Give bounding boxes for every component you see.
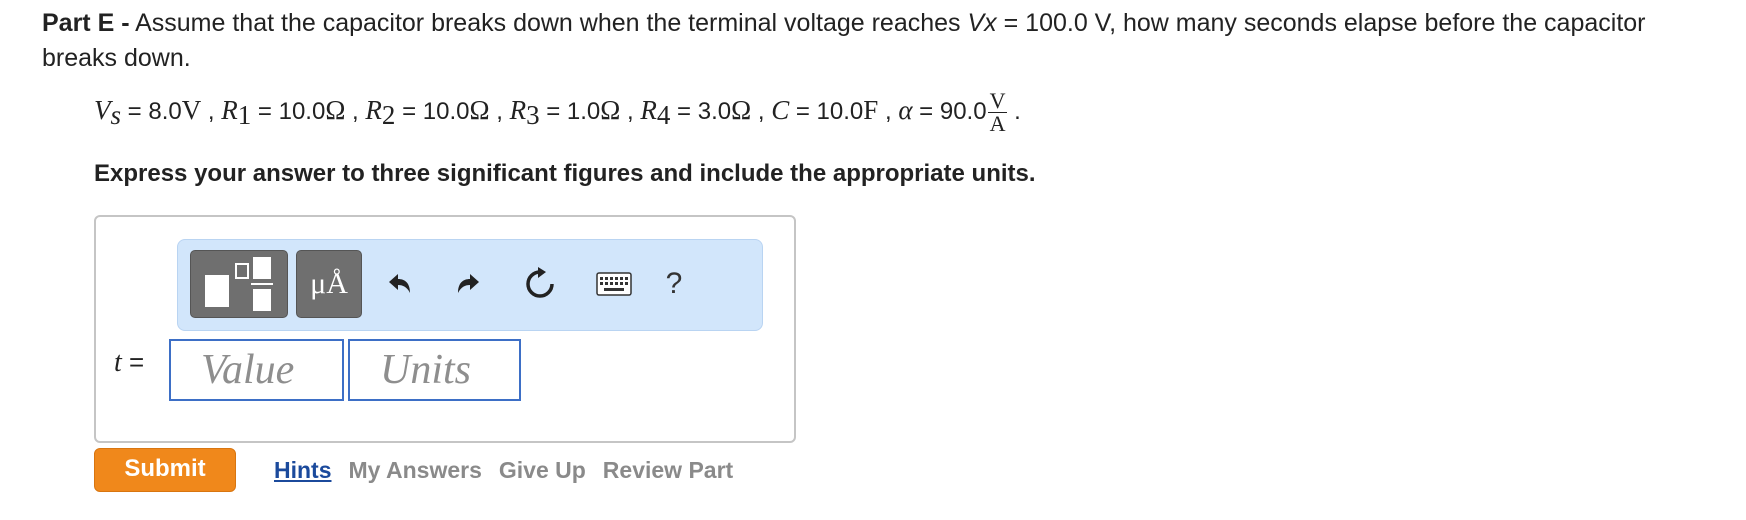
help-button[interactable]: ? xyxy=(650,260,698,308)
c-unit: F xyxy=(863,95,879,125)
alpha-unit-numerator: V xyxy=(987,88,1008,114)
equals-sign: = xyxy=(121,347,145,377)
vs-subscript: s xyxy=(110,100,122,130)
given-values: Vs = 8.0V , R1 = 10.0Ω , R2 = 10.0Ω , R3… xyxy=(94,90,1021,135)
r1-unit: Ω xyxy=(325,95,346,125)
keyboard-icon[interactable] xyxy=(590,260,638,308)
vs-value: = 8.0 xyxy=(121,98,182,125)
alpha-unit-fraction: VA xyxy=(987,88,1008,137)
vs-symbol: V xyxy=(94,95,111,125)
units-input[interactable] xyxy=(348,339,521,401)
templates-button[interactable] xyxy=(190,250,288,318)
r2-subscript: 2 xyxy=(381,100,396,130)
r4-value: = 3.0 xyxy=(670,98,732,125)
r3-unit: Ω xyxy=(600,95,621,125)
template-numerator-icon xyxy=(253,257,271,279)
template-box-icon xyxy=(205,275,229,307)
r1-subscript: 1 xyxy=(237,100,252,130)
r3-subscript: 3 xyxy=(526,100,540,130)
review-part-link[interactable]: Review Part xyxy=(603,457,733,483)
vs-unit: V xyxy=(181,95,202,125)
r4-subscript: 4 xyxy=(656,100,671,130)
template-denominator-icon xyxy=(253,289,271,311)
alpha-unit-denominator: A xyxy=(989,111,1006,137)
template-exponent-icon xyxy=(235,263,249,279)
my-answers-link[interactable]: My Answers xyxy=(349,457,482,483)
template-fraction-bar-icon xyxy=(251,283,273,285)
question-text: Part E - Assume that the capacitor break… xyxy=(42,6,1722,76)
undo-icon[interactable] xyxy=(376,260,424,308)
r1-symbol: R xyxy=(221,95,238,125)
part-label: Part E - xyxy=(42,9,130,37)
end-period: . xyxy=(1007,98,1021,125)
action-links: Hints My Answers Give Up Review Part xyxy=(274,457,750,484)
r1-value: = 10.0 xyxy=(251,98,326,125)
units-button[interactable]: μÅ xyxy=(296,250,362,318)
reset-icon[interactable] xyxy=(516,260,564,308)
question-body: Assume that the capacitor breaks down wh… xyxy=(129,9,968,37)
separator: , xyxy=(620,98,641,125)
separator: , xyxy=(489,98,510,125)
separator: , xyxy=(751,98,772,125)
r3-value: = 1.0 xyxy=(539,98,601,125)
instruction-text: Express your answer to three significant… xyxy=(94,160,1036,187)
give-up-link[interactable]: Give Up xyxy=(499,457,586,483)
redo-icon[interactable] xyxy=(444,260,492,308)
answer-box: μÅ ? t = xyxy=(94,215,796,443)
hints-link[interactable]: Hints xyxy=(274,457,332,483)
c-value: = 10.0 xyxy=(789,98,864,125)
math-toolbar: μÅ ? xyxy=(177,239,763,331)
submit-button[interactable]: Submit xyxy=(94,448,236,492)
r3-symbol: R xyxy=(509,95,527,125)
value-input[interactable] xyxy=(169,339,344,401)
separator: , xyxy=(878,98,899,125)
r2-value: = 10.0 xyxy=(395,98,470,125)
variable-vx: Vx xyxy=(967,9,997,37)
c-symbol: C xyxy=(771,95,790,125)
alpha-value: = 90.0 xyxy=(912,98,987,125)
separator: , xyxy=(345,98,366,125)
r2-unit: Ω xyxy=(469,95,490,125)
r2-symbol: R xyxy=(365,95,382,125)
r4-unit: Ω xyxy=(731,95,752,125)
r4-symbol: R xyxy=(640,95,657,125)
answer-variable: t xyxy=(114,347,122,378)
separator: , xyxy=(201,98,222,125)
alpha-symbol: α xyxy=(898,95,913,125)
answer-variable-label: t = xyxy=(114,347,144,379)
